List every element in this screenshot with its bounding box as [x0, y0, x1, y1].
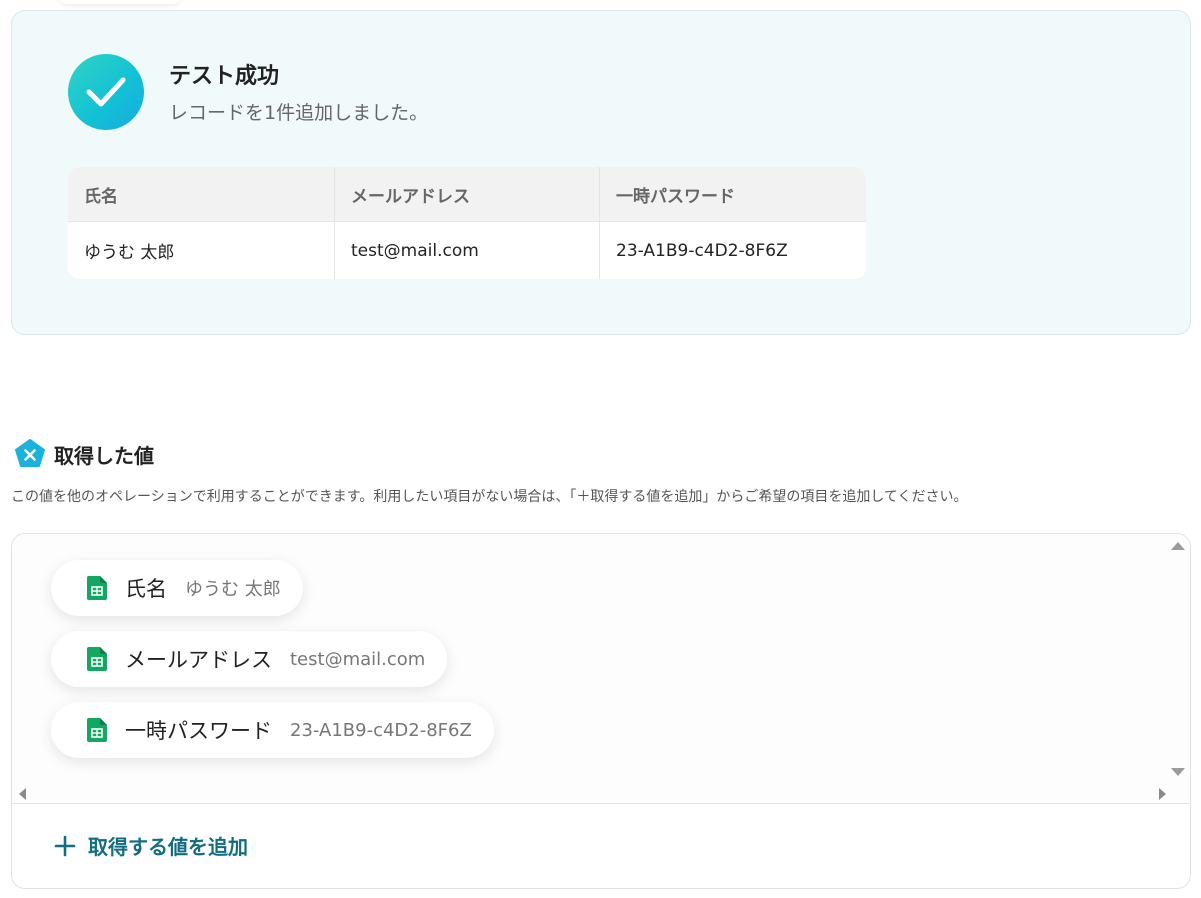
values-section-header: 取得した値	[14, 438, 154, 470]
check-icon	[68, 54, 144, 130]
plus-icon	[54, 835, 76, 856]
value-chip-label: 一時パスワード	[125, 719, 272, 743]
values-scroll-area[interactable]: 氏名 ゆうむ 太郎 メールアドレス test@mail.com 一時パスワード …	[12, 534, 1190, 803]
values-section-title: 取得した値	[54, 443, 154, 468]
value-chip-password[interactable]: 一時パスワード 23-A1B9-c4D2-8F6Z	[51, 702, 494, 758]
google-sheets-icon	[87, 647, 107, 671]
scroll-down-arrow-icon[interactable]	[1171, 768, 1185, 776]
success-title: テスト成功	[169, 64, 280, 89]
table-cell-name: ゆうむ 太郎	[84, 243, 175, 263]
scroll-up-arrow-icon[interactable]	[1171, 542, 1185, 550]
success-message: レコードを1件追加しました。	[169, 102, 429, 124]
value-chip-value: 23-A1B9-c4D2-8F6Z	[290, 719, 472, 741]
table-cell-password: 23-A1B9-c4D2-8F6Z	[599, 222, 866, 279]
value-chip-value: ゆうむ 太郎	[185, 579, 281, 600]
divider	[12, 803, 1190, 804]
values-panel: 氏名 ゆうむ 太郎 メールアドレス test@mail.com 一時パスワード …	[11, 533, 1191, 889]
table-header-password: 一時パスワード	[599, 167, 866, 222]
value-chip-label: 氏名	[125, 577, 167, 601]
pentagon-x-icon	[15, 439, 45, 467]
top-card-edge	[60, 0, 180, 4]
value-chip-label: メールアドレス	[125, 648, 272, 672]
value-chip-value: test@mail.com	[290, 648, 426, 670]
google-sheets-icon	[87, 576, 107, 600]
table-header-email: メールアドレス	[334, 167, 599, 222]
values-section-description: この値を他のオペレーションで利用することができます。利用したい項目がない場合は、…	[11, 489, 968, 505]
value-chip-email[interactable]: メールアドレス test@mail.com	[51, 631, 448, 687]
google-sheets-icon	[87, 718, 107, 742]
scroll-left-arrow-icon[interactable]	[19, 788, 26, 800]
test-success-panel: テスト成功 レコードを1件追加しました。 氏名 メールアドレス 一時パスワード …	[11, 10, 1191, 335]
table-cell-email: test@mail.com	[334, 222, 599, 279]
add-value-button[interactable]: 取得する値を追加	[54, 831, 248, 860]
add-value-button-label: 取得する値を追加	[88, 837, 248, 859]
value-chip-name[interactable]: 氏名 ゆうむ 太郎	[51, 560, 303, 616]
scroll-right-arrow-icon[interactable]	[1159, 788, 1166, 800]
result-table: 氏名 メールアドレス 一時パスワード ゆうむ 太郎 test@mail.com …	[68, 167, 866, 279]
table-header-name: 氏名	[68, 167, 334, 222]
